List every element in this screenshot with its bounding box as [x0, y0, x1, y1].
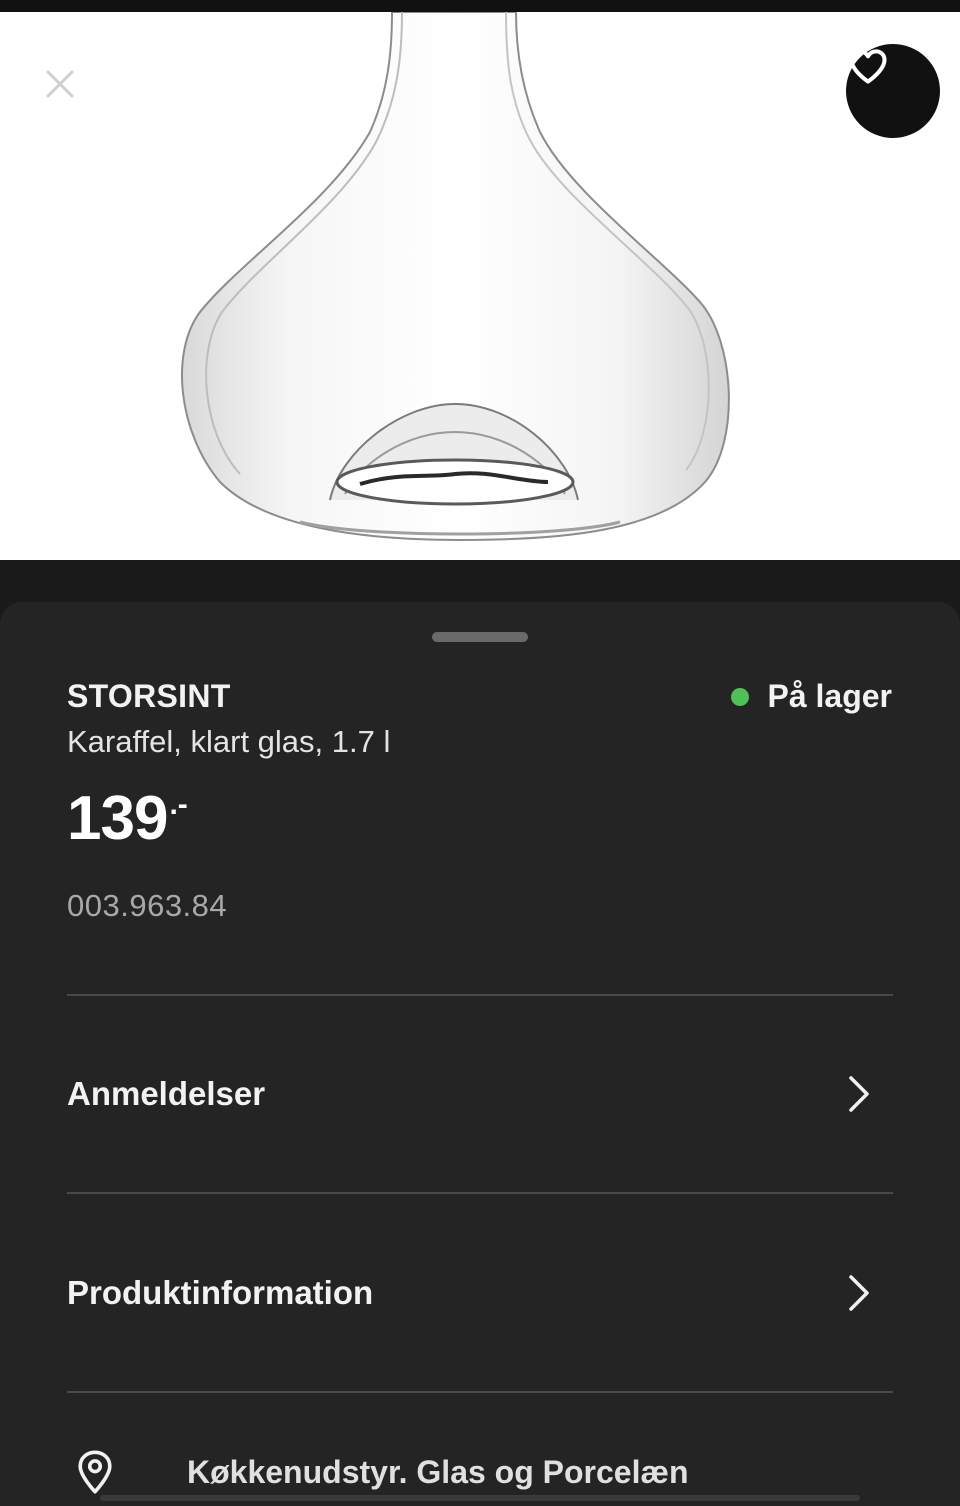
product-info-row[interactable]: Produktinformation: [67, 1245, 893, 1341]
stock-indicator-icon: [731, 687, 750, 706]
product-description: Karaffel, klart glas, 1.7 l: [67, 724, 391, 759]
price-suffix: .-: [169, 788, 188, 821]
bottom-bar-hint: [100, 1495, 860, 1501]
divider: [67, 1192, 893, 1194]
product-name: STORSINT: [67, 678, 231, 714]
status-bar-strip: [0, 0, 960, 12]
price-value: 139: [67, 784, 168, 853]
product-info-label: Produktinformation: [67, 1274, 374, 1311]
carafe-illustration: [181, 12, 730, 542]
divider: [67, 1391, 893, 1393]
product-image[interactable]: [0, 12, 960, 560]
stock-status: På lager: [731, 678, 892, 715]
chevron-right-icon: [839, 1273, 879, 1313]
article-number: 003.963.84: [67, 888, 228, 923]
location-label: Køkkenudstyr. Glas og Porcelæn: [187, 1453, 689, 1490]
close-icon: [46, 70, 74, 98]
divider: [67, 994, 893, 996]
map-pin-icon: [67, 1444, 123, 1500]
heart-icon: [849, 49, 887, 84]
stock-status-label: På lager: [767, 678, 892, 714]
product-details-sheet: STORSINT Karaffel, klart glas, 1.7 l På …: [0, 602, 960, 1506]
reviews-label: Anmeldelser: [67, 1075, 266, 1112]
sheet-grabber[interactable]: [432, 632, 528, 642]
product-price: 139 .-: [67, 786, 188, 852]
favorite-button[interactable]: [846, 44, 940, 138]
close-button[interactable]: [44, 68, 90, 114]
store-location[interactable]: Køkkenudstyr. Glas og Porcelæn: [67, 1444, 893, 1500]
chevron-right-icon: [839, 1074, 879, 1114]
reviews-row[interactable]: Anmeldelser: [67, 1046, 893, 1142]
